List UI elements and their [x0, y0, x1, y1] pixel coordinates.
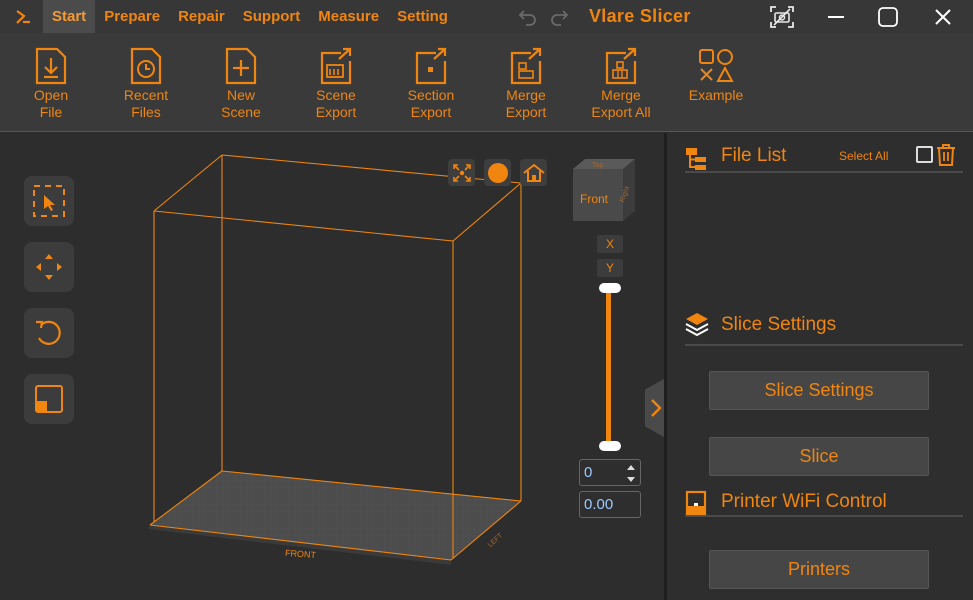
- slice-button[interactable]: Slice: [709, 437, 929, 476]
- section-export-icon: [391, 47, 471, 87]
- file-tree-icon: [685, 147, 711, 176]
- x-axis-button[interactable]: X: [597, 235, 623, 253]
- tool-label-line1: Merge: [601, 87, 641, 103]
- scene-export-icon: [296, 47, 376, 87]
- rotate-tool-button[interactable]: [24, 308, 74, 358]
- layers-icon: [685, 312, 709, 343]
- slice-settings-header: Slice Settings: [685, 309, 963, 346]
- recent-files-icon: [106, 47, 186, 87]
- spin-down-icon[interactable]: [626, 474, 636, 484]
- title-bar: Start Prepare Repair Support Measure Set…: [0, 0, 973, 33]
- tool-label-line2: Export: [410, 103, 452, 120]
- section-export-button[interactable]: Section Export: [391, 47, 471, 120]
- tool-label-line1: Merge: [506, 87, 546, 103]
- new-scene-icon: [201, 47, 281, 87]
- scale-icon: [35, 385, 63, 413]
- new-scene-button[interactable]: New Scene: [201, 47, 281, 120]
- printer-wifi-header: Printer WiFi Control: [685, 487, 963, 517]
- maximize-icon[interactable]: [862, 0, 914, 33]
- merge-export-all-icon: [581, 47, 661, 87]
- build-volume: [148, 154, 522, 565]
- file-list-title: File List: [721, 145, 787, 166]
- open-file-button[interactable]: Open File: [11, 47, 91, 120]
- menu-measure[interactable]: Measure: [309, 0, 388, 33]
- menu-start[interactable]: Start: [43, 0, 96, 33]
- scale-tool-button[interactable]: [24, 374, 74, 424]
- close-icon[interactable]: [917, 0, 969, 33]
- height-value: 0.00: [584, 496, 614, 513]
- view-cube-front[interactable]: Front: [580, 192, 608, 206]
- platform-front-label: FRONT: [284, 547, 317, 561]
- example-button[interactable]: Example: [676, 47, 756, 104]
- layer-slider-bottom-handle[interactable]: [599, 441, 621, 451]
- move-icon: [36, 254, 62, 280]
- tool-label-line1: Scene: [316, 87, 356, 103]
- tool-label-line2: Scene: [221, 103, 261, 120]
- redo-icon[interactable]: [549, 8, 569, 31]
- open-file-icon: [11, 47, 91, 87]
- fit-view-button[interactable]: [448, 159, 475, 186]
- printer-icon: [685, 490, 707, 521]
- undo-icon[interactable]: [518, 8, 538, 31]
- menu-setting[interactable]: Setting: [388, 0, 457, 33]
- select-tool-button[interactable]: [24, 176, 74, 226]
- main-menu: Start Prepare Repair Support Measure Set…: [43, 0, 457, 33]
- layer-slider-top-handle[interactable]: [599, 283, 621, 293]
- tool-label-line2: File: [39, 103, 63, 120]
- move-tool-button[interactable]: [24, 242, 74, 292]
- printer-wifi-title: Printer WiFi Control: [721, 491, 887, 512]
- tool-label-line1: Example: [688, 87, 744, 103]
- chevron-right-icon: [651, 399, 662, 417]
- ribbon-toolbar: Open File Recent Files New Scene Scene E…: [0, 33, 973, 132]
- printers-button[interactable]: Printers: [709, 550, 929, 589]
- height-input[interactable]: 0.00: [579, 491, 641, 518]
- select-all-label: Select All: [839, 149, 889, 163]
- home-view-button[interactable]: [520, 159, 547, 186]
- menu-support[interactable]: Support: [234, 0, 310, 33]
- tool-label-line2: Files: [131, 103, 161, 120]
- tool-label-line2: Export: [505, 103, 547, 120]
- layer-slider-track[interactable]: [606, 288, 611, 446]
- y-axis-button[interactable]: Y: [597, 259, 623, 277]
- tool-label-line1: Recent: [123, 87, 169, 103]
- file-list-header: File List Select All: [685, 143, 963, 173]
- rotate-icon: [36, 320, 61, 345]
- scene-export-button[interactable]: Scene Export: [296, 47, 376, 120]
- tool-label-line2: Export: [315, 103, 357, 120]
- screenshot-off-icon[interactable]: [756, 0, 808, 33]
- slicer-window: Start Prepare Repair Support Measure Set…: [0, 0, 973, 600]
- right-panel: File List Select All Slice Settings Slic…: [667, 133, 973, 600]
- merge-export-button[interactable]: Merge Export: [486, 47, 566, 120]
- merge-export-all-button[interactable]: Merge Export All: [581, 47, 661, 120]
- example-shapes-icon: [676, 47, 756, 87]
- view-cube-top[interactable]: Top: [592, 162, 603, 169]
- select-icon: [33, 185, 65, 217]
- trash-icon[interactable]: [936, 144, 956, 171]
- layer-number-value: 0: [584, 464, 593, 481]
- perspective-button[interactable]: [484, 159, 511, 186]
- tool-label-line1: Open: [33, 87, 69, 103]
- select-all-checkbox[interactable]: [916, 146, 933, 163]
- menu-prepare[interactable]: Prepare: [95, 0, 169, 33]
- menu-repair[interactable]: Repair: [169, 0, 234, 33]
- spin-up-icon[interactable]: [626, 462, 636, 472]
- app-title: Vlare Slicer: [589, 6, 691, 26]
- fit-view-icon: [452, 163, 471, 182]
- home-view-icon: [522, 163, 545, 182]
- layer-number-input[interactable]: 0: [579, 459, 641, 486]
- recent-files-button[interactable]: Recent Files: [106, 47, 186, 120]
- 3d-viewport[interactable]: FRONT LEFT Front Top Right X Y 0 0.00: [0, 133, 664, 600]
- merge-export-icon: [486, 47, 566, 87]
- slice-settings-title: Slice Settings: [721, 314, 837, 335]
- tool-label-line1: Section: [407, 87, 455, 103]
- perspective-icon: [487, 162, 508, 183]
- slice-settings-button[interactable]: Slice Settings: [709, 371, 929, 410]
- minimize-icon[interactable]: [810, 0, 862, 33]
- tool-label-line2: Export All: [591, 103, 651, 120]
- tool-label-line1: New: [226, 87, 255, 103]
- logo-icon[interactable]: [6, 0, 40, 33]
